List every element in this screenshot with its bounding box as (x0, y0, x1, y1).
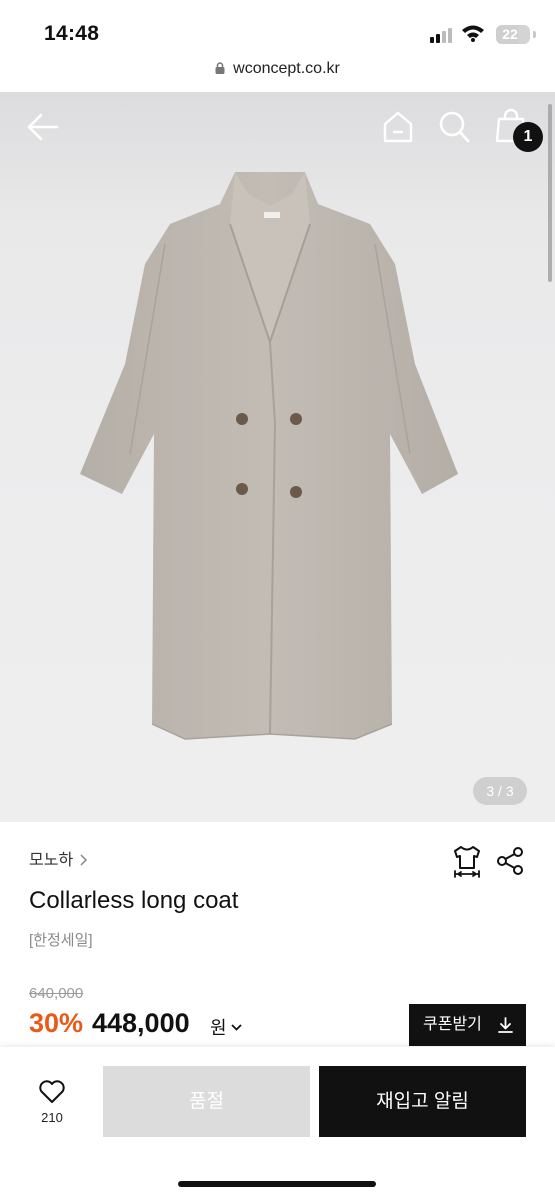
original-price: 640,000 (29, 985, 84, 1002)
soldout-button[interactable]: 품절 (103, 1066, 310, 1137)
product-image-gallery[interactable]: 3 / 3 (0, 92, 555, 822)
coupon-button[interactable]: 쿠폰받기 (409, 1004, 526, 1046)
url-text: wconcept.co.kr (233, 60, 340, 77)
back-button[interactable] (26, 112, 60, 142)
product-title: Collarless long coat (29, 887, 239, 914)
url-bar[interactable]: wconcept.co.kr (0, 56, 555, 92)
battery-icon: 22 (496, 25, 530, 44)
cart-count-badge: 1 (513, 122, 543, 152)
coupon-label: 쿠폰받기 (423, 1016, 482, 1033)
home-icon[interactable] (382, 110, 414, 144)
price-detail-toggle[interactable]: 원 (210, 1014, 242, 1040)
lock-icon (215, 62, 225, 74)
download-icon (498, 1017, 513, 1033)
sale-price: 448,000 (92, 1008, 190, 1038)
wifi-icon (462, 25, 484, 42)
restock-alert-button[interactable]: 재입고 알림 (319, 1066, 526, 1137)
search-icon[interactable] (438, 110, 470, 144)
chevron-down-icon (230, 1024, 242, 1031)
status-time: 14:48 (44, 22, 100, 45)
discount-rate: 30% (29, 1008, 84, 1038)
like-count: 210 (41, 1110, 63, 1125)
product-photo (80, 172, 458, 740)
currency-label: 원 (210, 1018, 227, 1038)
status-bar: 14:48 22 (0, 0, 555, 56)
size-guide-icon[interactable] (452, 844, 482, 878)
scrollbar (548, 104, 552, 282)
signal-bars-icon (430, 27, 454, 43)
chevron-right-icon (80, 854, 88, 866)
sale-tag: [한정세일] (29, 932, 93, 949)
heart-icon (39, 1080, 65, 1103)
brand-link[interactable]: 모노하 (29, 846, 88, 870)
bottom-action-bar: 210 품절 재입고 알림 (0, 1047, 555, 1200)
home-indicator (178, 1181, 376, 1187)
share-icon[interactable] (496, 846, 524, 876)
image-counter: 3 / 3 (473, 777, 527, 805)
brand-name: 모노하 (29, 852, 74, 869)
battery-level: 22 (502, 26, 518, 42)
like-button[interactable]: 210 (30, 1079, 74, 1139)
